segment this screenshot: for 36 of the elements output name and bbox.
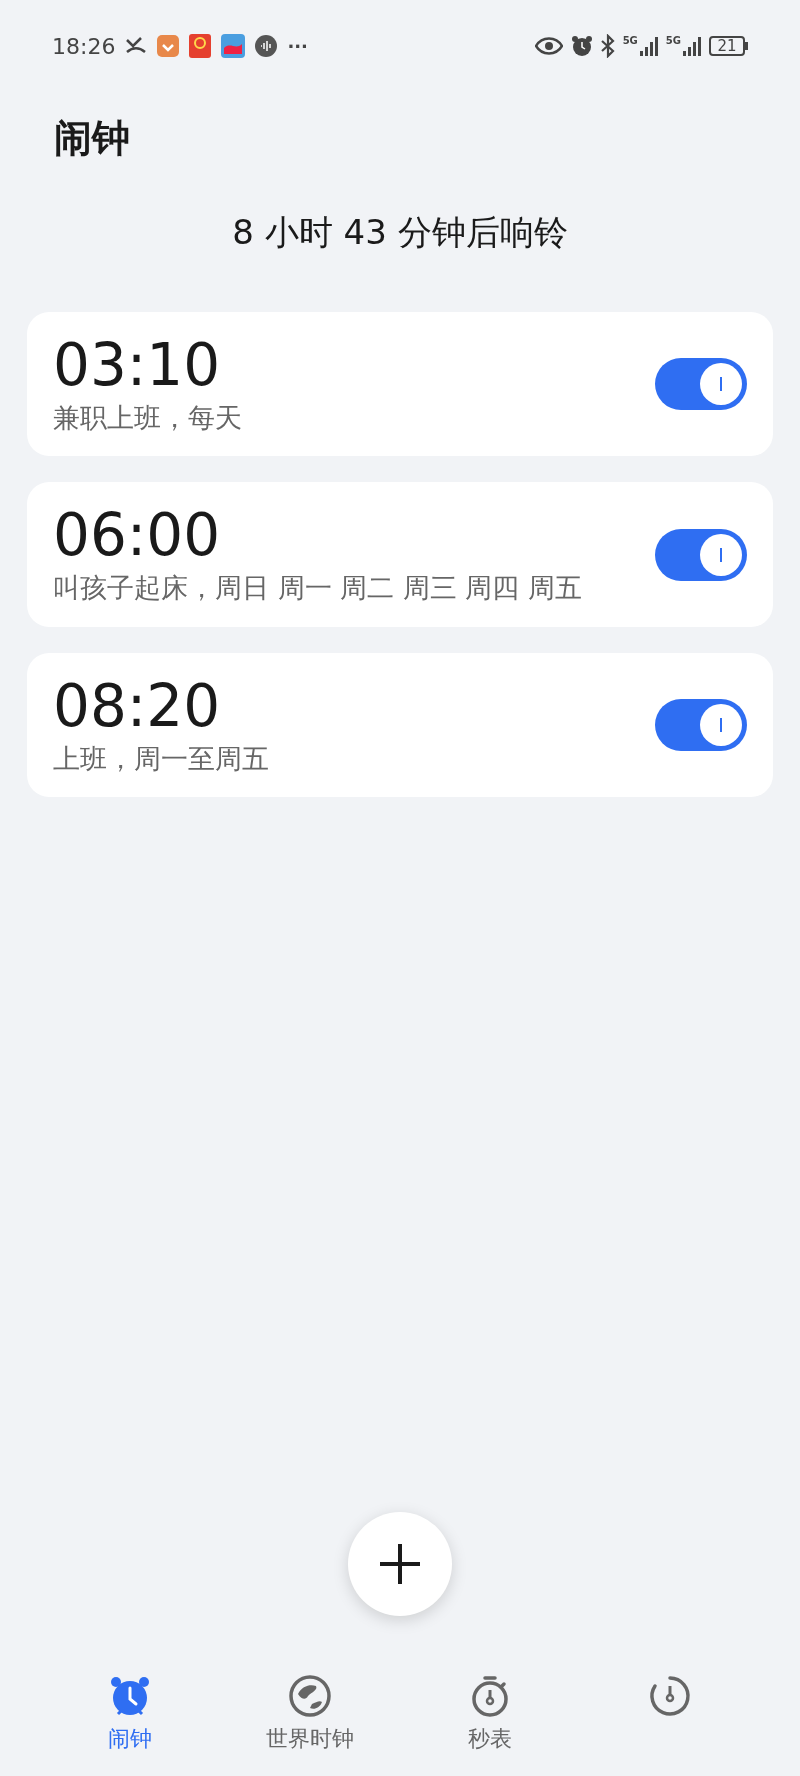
alarm-clock-icon (570, 35, 593, 57)
next-alarm-countdown: 8 小时 43 分钟后响铃 (232, 211, 568, 254)
timer-icon (648, 1674, 692, 1718)
alarm-card[interactable]: 03:10 兼职上班，每天 (27, 312, 773, 457)
nav-tab[interactable]: 世界时钟 (240, 1670, 380, 1776)
eye-icon (534, 37, 563, 55)
alarm-label: 叫孩子起床，周日 周一 周二 周三 周四 周五 (53, 571, 583, 606)
globe-icon (288, 1674, 332, 1718)
signal-icon (639, 36, 658, 56)
app-icon (221, 34, 246, 58)
plus-icon (378, 1542, 422, 1586)
more-notifications: ··· (287, 34, 308, 59)
battery-level: 21 (717, 38, 737, 54)
alarm-card[interactable]: 06:00 叫孩子起床，周日 周一 周二 周三 周四 周五 (27, 482, 773, 627)
signal-icon (683, 36, 701, 56)
alarm-toggle[interactable] (655, 528, 747, 581)
app-icon (157, 35, 180, 57)
alarm-label: 兼职上班，每天 (53, 400, 243, 435)
network-type: 5G (665, 36, 681, 46)
app-icon (189, 34, 212, 58)
page-title: 闹钟 (54, 115, 130, 162)
alarm-time: 06:00 (53, 502, 222, 570)
status-time: 18:26 (52, 32, 116, 61)
nav-tab[interactable]: 秒表 (420, 1670, 560, 1776)
alarm-time: 08:20 (53, 672, 222, 740)
alarm-toggle[interactable] (655, 699, 747, 752)
alarm-time: 03:10 (53, 332, 222, 399)
bluetooth-icon (600, 34, 615, 58)
alarm-card[interactable]: 08:20 上班，周一至周五 (27, 652, 773, 798)
audio-icon (255, 35, 278, 57)
missed-call-icon (125, 36, 148, 56)
alarm-clock-icon (108, 1674, 152, 1718)
network-type: 5G (622, 36, 638, 46)
alarm-toggle[interactable] (655, 358, 747, 411)
nav-tab[interactable]: 闹钟 (60, 1670, 200, 1776)
alarm-label: 上班，周一至周五 (53, 741, 270, 776)
